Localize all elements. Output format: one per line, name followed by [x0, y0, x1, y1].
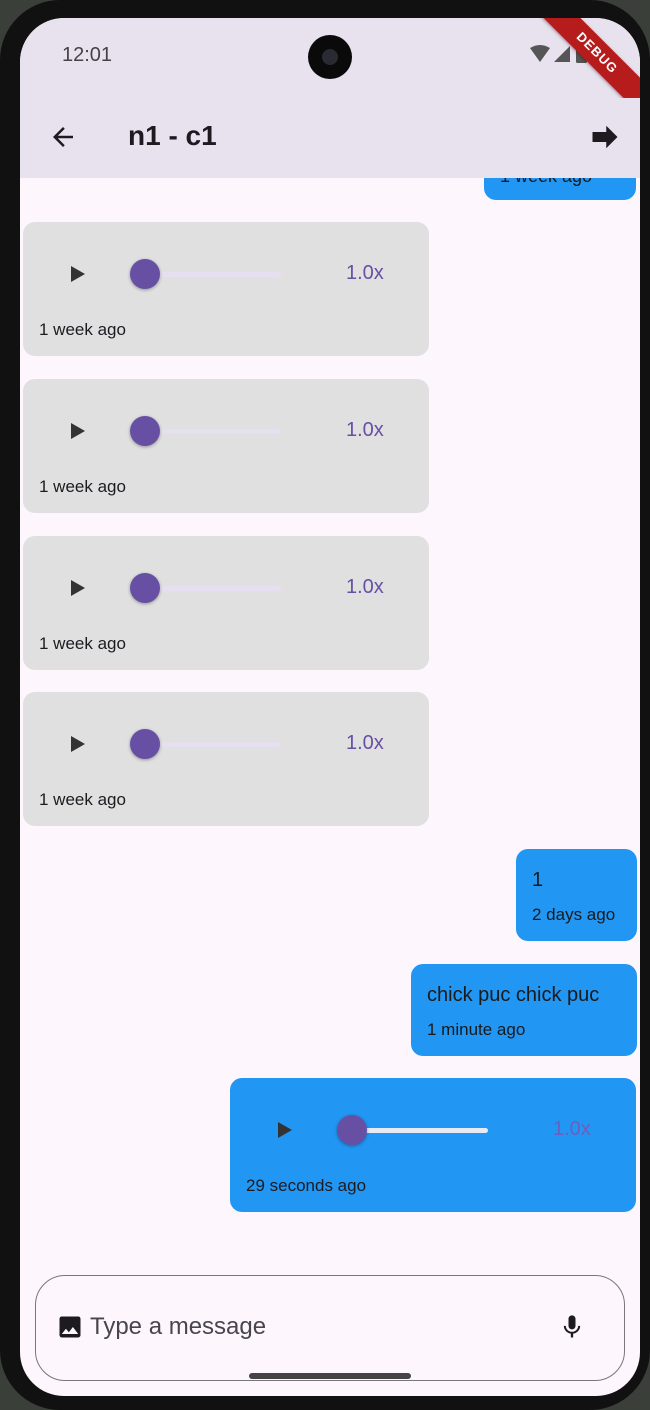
audio-seek-track[interactable] — [147, 429, 281, 434]
image-icon[interactable] — [56, 1313, 84, 1341]
message-timestamp: 1 minute ago — [427, 1020, 526, 1039]
message-list[interactable]: 1 week ago 1.0x 1 week ago 1.0x 1 week a… — [20, 178, 640, 1268]
audio-seek-thumb[interactable] — [130, 729, 160, 759]
message-input[interactable] — [88, 1306, 532, 1348]
play-icon[interactable] — [272, 1118, 296, 1142]
audio-seek-thumb[interactable] — [130, 259, 160, 289]
message-timestamp: 1 week ago — [500, 178, 592, 187]
audio-seek-thumb[interactable] — [337, 1115, 367, 1145]
audio-seek-track[interactable] — [147, 742, 281, 747]
play-icon[interactable] — [65, 419, 89, 443]
audio-seek-thumb[interactable] — [130, 573, 160, 603]
play-icon[interactable] — [65, 732, 89, 756]
sent-message-clipped: 1 week ago — [484, 178, 636, 200]
screen: 12:01 DEBUG n1 - c1 1 week ago — [20, 18, 640, 1396]
sent-text-message: chick puc chick puc 1 minute ago — [411, 964, 637, 1056]
playback-speed-button[interactable]: 1.0x — [553, 1118, 591, 1141]
status-bar: 12:01 DEBUG — [20, 18, 640, 123]
message-timestamp: 29 seconds ago — [246, 1176, 367, 1195]
message-timestamp: 1 week ago — [39, 320, 126, 339]
arrow-forward-icon[interactable] — [590, 122, 620, 152]
mic-icon[interactable] — [558, 1312, 586, 1342]
home-indicator[interactable] — [249, 1373, 411, 1379]
message-text: chick puc chick puc — [427, 984, 600, 1006]
phone-frame: 12:01 DEBUG n1 - c1 1 week ago — [0, 0, 650, 1410]
playback-speed-button[interactable]: 1.0x — [346, 732, 384, 755]
playback-speed-button[interactable]: 1.0x — [346, 576, 384, 599]
wifi-icon — [530, 45, 550, 62]
audio-seek-track[interactable] — [147, 272, 281, 277]
camera-cutout — [308, 35, 352, 79]
message-timestamp: 1 week ago — [39, 477, 126, 496]
audio-seek-track[interactable] — [354, 1128, 488, 1133]
received-audio-message: 1.0x 1 week ago — [23, 222, 429, 356]
arrow-back-icon[interactable] — [48, 122, 78, 152]
message-composer — [35, 1275, 625, 1381]
message-timestamp: 2 days ago — [532, 905, 616, 924]
audio-seek-track[interactable] — [147, 586, 281, 591]
signal-icon — [554, 46, 570, 62]
message-timestamp: 1 week ago — [39, 790, 126, 809]
received-audio-message: 1.0x 1 week ago — [23, 536, 429, 670]
audio-seek-thumb[interactable] — [130, 416, 160, 446]
playback-speed-button[interactable]: 1.0x — [346, 262, 384, 285]
page-title: n1 - c1 — [128, 120, 217, 151]
message-text: 1 — [532, 869, 544, 891]
play-icon[interactable] — [65, 262, 89, 286]
sent-text-message: 1 2 days ago — [516, 849, 637, 941]
app-bar: n1 - c1 — [20, 98, 640, 178]
received-audio-message: 1.0x 1 week ago — [23, 379, 429, 513]
received-audio-message: 1.0x 1 week ago — [23, 692, 429, 826]
sent-audio-message: 1.0x 29 seconds ago — [230, 1078, 636, 1212]
status-time: 12:01 — [62, 44, 113, 66]
playback-speed-button[interactable]: 1.0x — [346, 419, 384, 442]
play-icon[interactable] — [65, 576, 89, 600]
message-timestamp: 1 week ago — [39, 634, 126, 653]
